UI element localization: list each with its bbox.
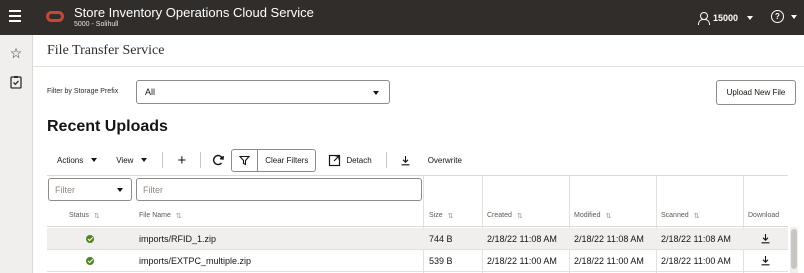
- chevron-down-icon: [141, 158, 148, 162]
- view-menu[interactable]: View: [116, 155, 148, 165]
- column-header-label: Size: [429, 212, 443, 219]
- detach-icon: [329, 154, 341, 166]
- overwrite-label: Overwrite: [427, 155, 462, 165]
- sort-icon: ⇅: [93, 212, 100, 220]
- refresh-icon[interactable]: [211, 153, 225, 167]
- clear-filters-label: Clear Filters: [265, 155, 309, 165]
- status-filter-placeholder: Filter: [55, 184, 75, 195]
- user-icon: [697, 12, 710, 25]
- chevron-down-icon: [117, 188, 123, 192]
- column-header-status[interactable]: Status ⇅: [69, 205, 100, 226]
- help-menu[interactable]: ?: [771, 10, 797, 23]
- column-header-modified[interactable]: Modified ⇅: [574, 205, 611, 226]
- modified-date: 2/18/22 11:08 AM: [574, 233, 644, 244]
- file-name: imports/EXTPC_multiple.zip: [139, 255, 252, 266]
- divider: [385, 152, 387, 168]
- created-date: 2/18/22 11:08 AM: [487, 233, 557, 244]
- filter-icon: [232, 149, 259, 171]
- status-success-icon: [86, 250, 94, 271]
- file-name-filter-placeholder: Filter: [143, 184, 163, 195]
- star-icon[interactable]: ☆: [8, 45, 24, 61]
- upload-new-file-button[interactable]: Upload New File: [716, 80, 796, 105]
- scrollbar-thumb[interactable]: [791, 229, 797, 269]
- column-header-label: Status: [69, 212, 89, 219]
- file-size: 539 B: [429, 255, 453, 266]
- scanned-date: 2/18/22 11:08 AM: [661, 233, 731, 244]
- column-header-size[interactable]: Size ⇅: [429, 205, 454, 226]
- header-row: Status ⇅ File Name ⇅ Size ⇅ Created ⇅ Modifi…: [47, 205, 788, 227]
- column-header-file-name[interactable]: File Name ⇅: [139, 205, 182, 226]
- vertical-scrollbar[interactable]: [790, 227, 798, 273]
- status-success-icon: [86, 228, 94, 249]
- sort-icon: ⇅: [516, 212, 523, 220]
- filter-row: Filter Filter: [47, 176, 788, 205]
- filter-label: Filter by Storage Prefix: [47, 88, 119, 95]
- scanned-date: 2/18/22 11:00 AM: [661, 255, 731, 266]
- divider: [200, 152, 202, 168]
- overwrite-button[interactable]: Overwrite: [400, 155, 462, 166]
- column-header-created[interactable]: Created ⇅: [487, 205, 523, 226]
- toolbar: Actions View + Clear Filters Detach Over…: [47, 148, 462, 172]
- file-name: imports/RFID_1.zip: [139, 233, 217, 244]
- sort-icon: ⇅: [447, 212, 454, 220]
- storage-prefix-select[interactable]: All: [136, 80, 390, 104]
- column-header-label: Modified: [574, 212, 601, 219]
- user-menu[interactable]: 15000: [697, 10, 754, 26]
- chevron-down-icon: [91, 158, 98, 162]
- view-label: View: [116, 155, 134, 165]
- actions-menu[interactable]: Actions: [57, 155, 98, 165]
- column-header-label: File Name: [139, 212, 171, 219]
- storage-prefix-value: All: [145, 87, 156, 97]
- sort-icon: ⇅: [175, 212, 182, 220]
- chevron-down-icon: [791, 14, 797, 19]
- left-rail: ☆: [0, 35, 33, 273]
- divider: [162, 152, 164, 168]
- add-button[interactable]: +: [177, 152, 186, 169]
- column-header-scanned[interactable]: Scanned ⇅: [661, 205, 700, 226]
- download-icon[interactable]: [760, 250, 771, 271]
- hamburger-menu-icon[interactable]: [9, 10, 21, 22]
- section-title: Recent Uploads: [47, 118, 168, 135]
- divider: [33, 66, 804, 67]
- created-date: 2/18/22 11:00 AM: [487, 255, 557, 266]
- top-bar: Store Inventory Operations Cloud Service…: [0, 0, 804, 35]
- column-header-label: Created: [487, 212, 512, 219]
- actions-label: Actions: [57, 155, 84, 165]
- uploads-grid: Filter Filter Status ⇅ File Name ⇅ Size ⇅ C…: [47, 175, 788, 273]
- column-header-label: Scanned: [661, 212, 689, 219]
- download-icon: [401, 155, 410, 165]
- sort-icon: ⇅: [605, 212, 612, 220]
- file-size: 744 B: [429, 233, 453, 244]
- status-filter-select[interactable]: Filter: [48, 178, 132, 201]
- user-id: 15000: [713, 13, 739, 23]
- chevron-down-icon: [373, 91, 379, 95]
- app-title: Store Inventory Operations Cloud Service: [74, 5, 314, 20]
- modified-date: 2/18/22 11:00 AM: [574, 255, 644, 266]
- detach-label: Detach: [346, 155, 372, 165]
- detach-button[interactable]: Detach: [328, 154, 372, 167]
- page-title: File Transfer Service: [47, 43, 165, 58]
- oracle-logo-icon: [46, 11, 64, 22]
- column-header-download: Download: [748, 212, 780, 219]
- table-row[interactable]: imports/RFID_1.zip 744 B 2/18/22 11:08 A…: [47, 228, 788, 250]
- download-icon[interactable]: [760, 228, 771, 249]
- sort-icon: ⇅: [693, 212, 700, 220]
- clear-filters-button[interactable]: Clear Filters: [231, 148, 317, 172]
- table-row[interactable]: imports/EXTPC_multiple.zip 539 B 2/18/22…: [47, 250, 788, 272]
- chevron-down-icon: [747, 16, 754, 20]
- file-name-filter-input[interactable]: Filter: [136, 178, 422, 201]
- store-name[interactable]: 5000 - Solihull: [74, 21, 118, 28]
- clipboard-check-icon[interactable]: [8, 75, 24, 91]
- help-icon: ?: [771, 10, 784, 23]
